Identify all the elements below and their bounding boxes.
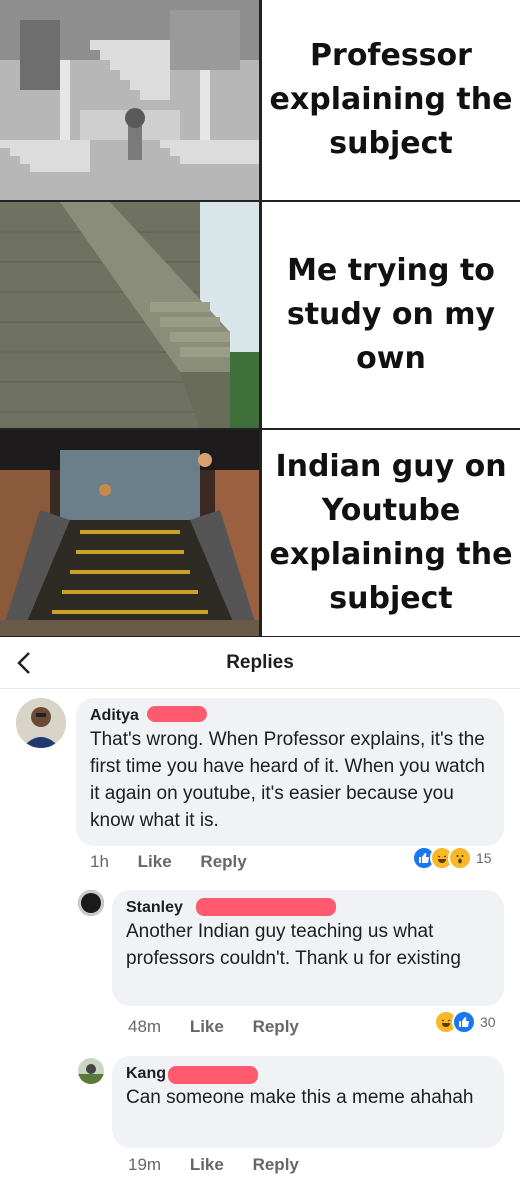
meme-caption-1: Professor explaining the subject (269, 38, 513, 161)
name-redaction (196, 898, 336, 916)
comment-actions: 48m Like Reply (128, 1017, 323, 1037)
avatar[interactable] (78, 1058, 104, 1084)
meme-panel-1: Professor explaining the subject (0, 0, 520, 200)
reply-link[interactable]: Reply (200, 852, 246, 871)
meme-panel-2: Me trying to study on my own (0, 200, 520, 428)
escher-stairs-image (0, 0, 260, 200)
replies-header: Replies (0, 638, 520, 689)
avatar[interactable] (16, 698, 66, 748)
wall-stairs-image (0, 202, 260, 428)
reaction-count: 15 (476, 850, 492, 866)
reply-link[interactable]: Reply (253, 1017, 299, 1036)
comment-text: That's wrong. When Professor explains, i… (90, 729, 485, 831)
like-icon (452, 1010, 476, 1034)
meme-caption-3: Indian guy on Youtube explaining the sub… (269, 449, 513, 616)
meme-caption-2: Me trying to study on my own (286, 253, 496, 376)
avatar[interactable] (78, 890, 104, 916)
reaction-summary[interactable]: 30 (434, 1010, 496, 1034)
comment-time: 19m (128, 1155, 162, 1174)
escalator-image (0, 430, 260, 636)
page-title: Replies (226, 652, 294, 673)
name-redaction (147, 706, 207, 722)
meme-panel-3: Indian guy on Youtube explaining the sub… (0, 428, 520, 636)
like-link[interactable]: Like (190, 1155, 224, 1174)
comment-actions: 1h Like Reply (90, 852, 271, 872)
comment-text: Another Indian guy teaching us what prof… (126, 921, 461, 969)
comment-time: 1h (90, 852, 109, 871)
reply-link[interactable]: Reply (253, 1155, 299, 1174)
reaction-count: 30 (480, 1014, 496, 1030)
like-link[interactable]: Like (138, 852, 172, 871)
reaction-summary[interactable]: 15 (412, 846, 492, 870)
comment-actions: 19m Like Reply (128, 1155, 323, 1175)
name-redaction (168, 1066, 258, 1084)
comment-text: Can someone make this a meme ahahah (126, 1087, 474, 1108)
meme-image: Professor explaining the subject Me tryi… (0, 0, 520, 637)
comment-bubble: Aditya That's wrong. When Professor expl… (76, 698, 504, 846)
like-link[interactable]: Like (190, 1017, 224, 1036)
wow-icon (448, 846, 472, 870)
comment-time: 48m (128, 1017, 162, 1036)
